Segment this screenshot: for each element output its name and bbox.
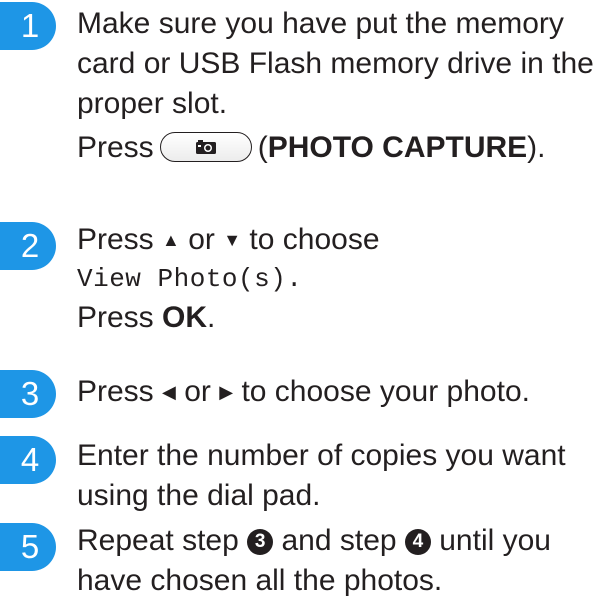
step-text-line: Press ▲ or ▼ to choose — [77, 220, 606, 260]
photo-capture-label: PHOTO CAPTURE — [267, 131, 528, 164]
up-arrow-icon: ▲ — [162, 230, 180, 250]
step-number-badge: 2 — [0, 222, 56, 270]
press-label: Press — [77, 131, 154, 164]
camera-icon — [195, 140, 216, 155]
step-3-content: Press ◀ or ▶ to choose your photo. — [77, 372, 606, 412]
menu-item-name: View Photo(s). — [77, 264, 303, 294]
step-text-line: Enter the number of copies you want — [77, 439, 566, 472]
right-arrow-icon: ▶ — [219, 382, 234, 402]
step-text-line: have chosen all the photos. — [77, 564, 443, 597]
press-photo-capture-line: Press (PHOTO CAPTURE). — [77, 128, 606, 168]
paren-close: ). — [527, 131, 546, 164]
step-5-content: Repeat step 3 and step 4 until you have … — [77, 521, 606, 601]
step-number-badge: 1 — [0, 2, 56, 50]
step-reference-3: 3 — [247, 529, 274, 555]
step-text-line: using the dial pad. — [77, 479, 321, 512]
left-arrow-icon: ◀ — [162, 382, 176, 402]
photo-capture-button — [159, 132, 252, 163]
step-text-line: proper slot. — [77, 87, 228, 120]
step-2-content: Press ▲ or ▼ to choose View Photo(s). Pr… — [77, 220, 606, 338]
step-number-badge: 5 — [0, 523, 56, 571]
down-arrow-icon: ▼ — [223, 230, 242, 250]
step-text-line: Repeat step 3 and step 4 until you — [77, 524, 551, 557]
step-text-line: card or USB Flash memory drive in the — [77, 47, 594, 80]
press-ok-line: Press OK. — [77, 301, 216, 334]
ok-key-label: OK — [162, 301, 208, 334]
step-text-line: Press ◀ or ▶ to choose your photo. — [77, 372, 606, 412]
step-1-content: Make sure you have put the memory card o… — [77, 4, 606, 168]
step-reference-4: 4 — [404, 529, 431, 555]
step-number-badge: 4 — [0, 436, 56, 484]
step-4-content: Enter the number of copies you want usin… — [77, 436, 606, 516]
step-text-line: Make sure you have put the memory — [77, 7, 564, 40]
step-number-badge: 3 — [0, 370, 56, 418]
paren-open: ( — [257, 131, 268, 164]
